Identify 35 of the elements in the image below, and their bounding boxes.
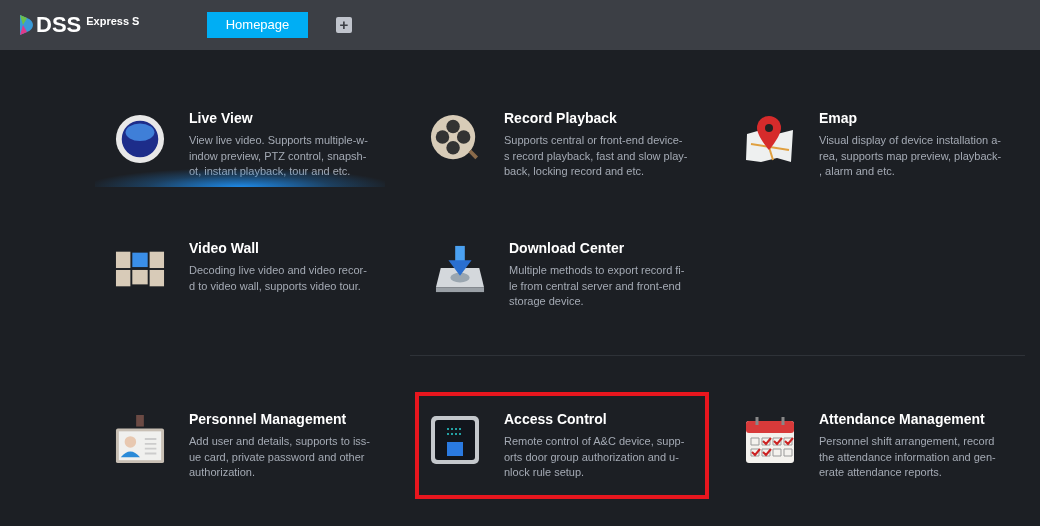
module-description: Personnel shift arrangement, record the attendance information and gen- erate attendance reports.: [819, 434, 996, 480]
module-card[interactable]: Live View View live video. Supports multiple-w- indow preview, PTZ control, snapsh- ot, instant playback, tour and etc.: [100, 91, 394, 198]
module-card[interactable]: Attendance Management Personnel shift arrangement, record the attendance information and gen- erate attendance reports.: [730, 392, 1024, 499]
module-title[interactable]: Live View: [189, 109, 368, 127]
module-description: Supports central or front-end device- s record playback, fast and slow play- back, locking record and etc.: [504, 133, 688, 179]
module-description: Multiple methods to export record fi- le from central server and front-end storage device.: [509, 263, 685, 309]
logo-text: DSS: [36, 14, 82, 36]
add-tab-button[interactable]: +: [336, 17, 352, 33]
calendar-icon: [745, 416, 795, 464]
module-card[interactable]: Emap Visual display of device installation a- rea, supports map preview, playback- , alarm and etc.: [730, 91, 1024, 198]
video-wall-icon: [115, 249, 165, 289]
download-drive-icon: [435, 244, 485, 294]
module-description: View live video. Supports multiple-w- indow preview, PTZ control, snapsh- ot, instant playback, tour and etc.: [189, 133, 368, 179]
module-description: Decoding live video and video recor- d to video wall, supports video tour.: [189, 263, 367, 294]
module-title[interactable]: Emap: [819, 109, 1002, 127]
logo-subtitle: Express S: [86, 14, 140, 28]
module-card[interactable]: Video Wall Decoding live video and video recor- d to video wall, supports video tour.: [100, 221, 394, 317]
module-title[interactable]: Download Center: [509, 239, 685, 257]
module-card[interactable]: Download Center Multiple methods to export record fi- le from central server and front-end storage device.: [420, 221, 714, 328]
module-title[interactable]: Record Playback: [504, 109, 688, 127]
module-title[interactable]: Personnel Management: [189, 410, 370, 428]
logo-icon: [19, 14, 35, 36]
module-title[interactable]: Video Wall: [189, 239, 367, 257]
module-card[interactable]: Personnel Management Add user and details, supports to iss- ue card, private password and other authorization.: [100, 392, 394, 499]
module-card[interactable]: Record Playback Supports central or front-end device- s record playback, fast and slow play- back, locking record and etc.: [415, 91, 709, 198]
module-description: Visual display of device installation a- rea, supports map preview, playback- , alarm and etc.: [819, 133, 1002, 179]
module-title[interactable]: Access Control: [504, 410, 685, 428]
module-description: Remote control of A&C device, supp- orts door group authorization and u- nlock rule setup.: [504, 434, 685, 480]
module-title[interactable]: Attendance Management: [819, 410, 996, 428]
id-badge-icon: [115, 414, 165, 466]
highlight-frame[interactable]: Access Control Remote control of A&C device, supp- orts door group authorization and u- nlock rule setup.: [415, 392, 709, 499]
map-pin-icon: [745, 114, 795, 164]
lens-icon: [115, 113, 165, 165]
fingerprint-reader-icon: [430, 415, 480, 465]
module-description: Add user and details, supports to iss- ue card, private password and other authorization.: [189, 434, 370, 480]
